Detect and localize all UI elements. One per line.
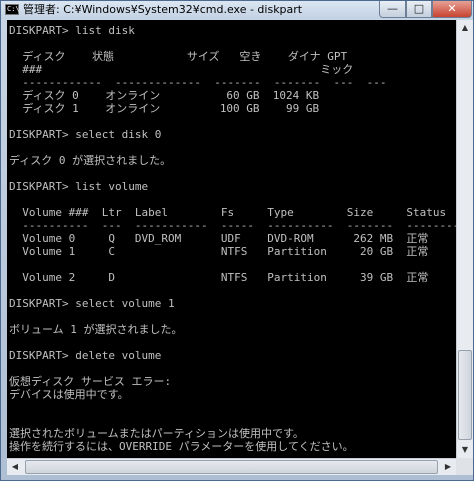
- console-line: DISKPART> list disk: [9, 24, 135, 37]
- console-line: ボリューム 1 が選択されました。: [9, 323, 183, 336]
- console-line: DISKPART> select disk 0: [9, 128, 162, 141]
- console-line: ディスク 1 オンライン 100 GB 99 GB: [9, 102, 320, 115]
- scroll-up-arrow-icon[interactable]: ▲: [457, 20, 473, 36]
- scroll-left-arrow-icon[interactable]: ◀: [7, 459, 23, 475]
- minimize-button[interactable]: —: [379, 1, 406, 18]
- vertical-scroll-thumb[interactable]: [458, 350, 472, 440]
- console-line: Volume ### Ltr Label Fs Type Size Status…: [22, 206, 447, 219]
- console-line: ### ミック: [9, 63, 354, 76]
- horizontal-scroll-thumb[interactable]: [25, 460, 438, 474]
- console-line: 選択されたボリュームまたはパーティションは使用中です。: [9, 427, 304, 440]
- console-line: 仮想ディスク サービス エラー:: [9, 375, 172, 388]
- console-line: ディスク 状態 サイズ 空き ダイナ GPT: [9, 50, 348, 63]
- console-window: C:\ 管理者: C:¥Windows¥System32¥cmd.exe - d…: [0, 0, 474, 481]
- vertical-scrollbar[interactable]: ▲ ▼: [456, 20, 473, 458]
- console-line: デバイスは使用中です。: [9, 388, 129, 401]
- title-bar[interactable]: C:\ 管理者: C:¥Windows¥System32¥cmd.exe - d…: [1, 1, 473, 19]
- console-line: Volume 0 Q DVD_ROM UDF DVD-ROM 262 MB 正常: [9, 232, 429, 245]
- window-title: 管理者: C:¥Windows¥System32¥cmd.exe - diskp…: [23, 3, 303, 16]
- scroll-down-arrow-icon[interactable]: ▼: [457, 442, 473, 458]
- scroll-right-arrow-icon[interactable]: ▶: [440, 459, 456, 475]
- console-line: DISKPART> list volume: [9, 180, 149, 193]
- console-line: DISKPART> select volume 1: [9, 297, 175, 310]
- console-line: DISKPART> delete volume: [9, 349, 162, 362]
- cmd-app-icon[interactable]: C:\: [5, 4, 20, 15]
- maximize-button[interactable]: □: [406, 1, 432, 18]
- console-output[interactable]: DISKPART> list disk ディスク 状態 サイズ 空き ダイナ G…: [7, 20, 456, 458]
- console-line: ディスク 0 オンライン 60 GB 1024 KB: [9, 89, 320, 102]
- console-line: 操作を続行するには、OVERRIDE パラメーターを使用してください。: [9, 440, 354, 453]
- console-line: ---------- --- ----------- ----- -------…: [22, 219, 456, 232]
- console-line: ------------ ------------- ------- -----…: [9, 76, 387, 89]
- console-line: Volume 2 D NTFS Partition 39 GB 正常: [9, 271, 429, 284]
- close-button[interactable]: ✕: [432, 1, 472, 18]
- horizontal-scrollbar[interactable]: ◀ ▶: [7, 458, 456, 475]
- console-line: Volume 1 C NTFS Partition 20 GB 正常 システム: [22, 245, 429, 258]
- console-line: ディスク 0 が選択されました。: [9, 154, 172, 167]
- resize-grip-icon[interactable]: [456, 458, 473, 475]
